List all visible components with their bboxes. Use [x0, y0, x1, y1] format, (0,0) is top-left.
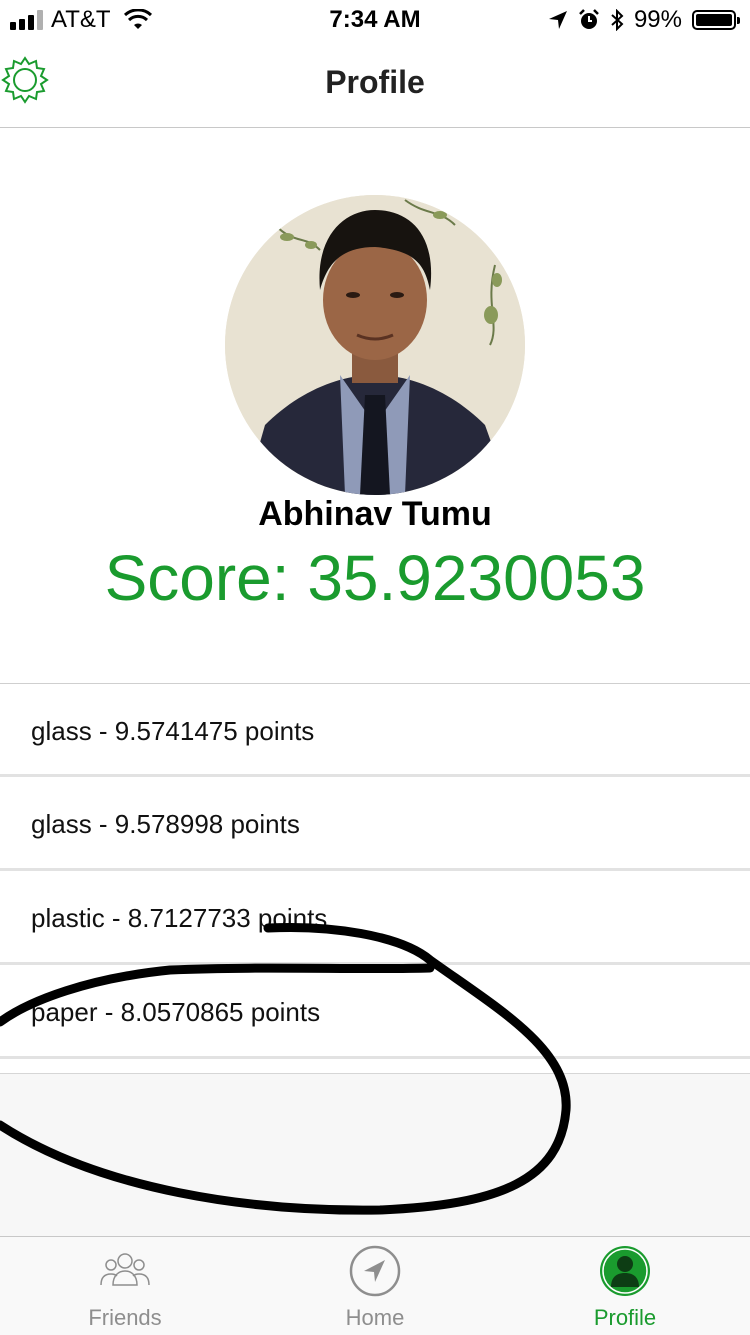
status-right: 99%	[548, 6, 740, 34]
person-icon	[600, 1246, 650, 1296]
points-list: glass - 9.5741475 points glass - 9.57899…	[0, 683, 750, 1059]
list-item-label: glass - 9.578998 points	[31, 809, 300, 839]
status-bar: AT&T 7:34 AM 99%	[0, 0, 750, 40]
nav-bar: Profile	[0, 40, 750, 128]
tab-bar: Friends Home Profile	[0, 1236, 750, 1335]
avatar	[225, 195, 525, 495]
page-title: Profile	[325, 64, 425, 100]
list-item[interactable]: glass - 9.578998 points	[0, 777, 750, 871]
list-item[interactable]: plastic - 8.7127733 points	[0, 871, 750, 965]
tab-label: Friends	[88, 1305, 162, 1330]
empty-list-area	[0, 1073, 750, 1237]
bluetooth-icon	[611, 9, 624, 31]
list-item-label: paper - 8.0570865 points	[31, 997, 321, 1027]
list-item[interactable]: paper - 8.0570865 points	[0, 965, 750, 1059]
tab-home[interactable]: Home	[250, 1237, 500, 1335]
battery-fill	[696, 14, 732, 26]
list-item[interactable]: glass - 9.5741475 points	[0, 683, 750, 777]
tab-profile[interactable]: Profile	[500, 1237, 750, 1335]
tab-label: Profile	[593, 1305, 657, 1330]
battery-percent: 99%	[633, 6, 682, 33]
battery-icon	[692, 10, 740, 30]
friends-icon	[100, 1253, 150, 1286]
tab-friends[interactable]: Friends	[0, 1237, 250, 1335]
profile-score: Score: 35.9230053	[104, 542, 646, 614]
profile-name: Abhinav Tumu	[258, 495, 492, 533]
profile-photo	[225, 195, 525, 495]
list-item-label: glass - 9.5741475 points	[31, 716, 315, 746]
alarm-icon	[579, 9, 599, 29]
tab-label: Home	[345, 1305, 405, 1330]
navigation-arrow-icon	[349, 1245, 401, 1297]
list-item-label: plastic - 8.7127733 points	[31, 903, 328, 933]
location-arrow-icon	[548, 11, 567, 29]
